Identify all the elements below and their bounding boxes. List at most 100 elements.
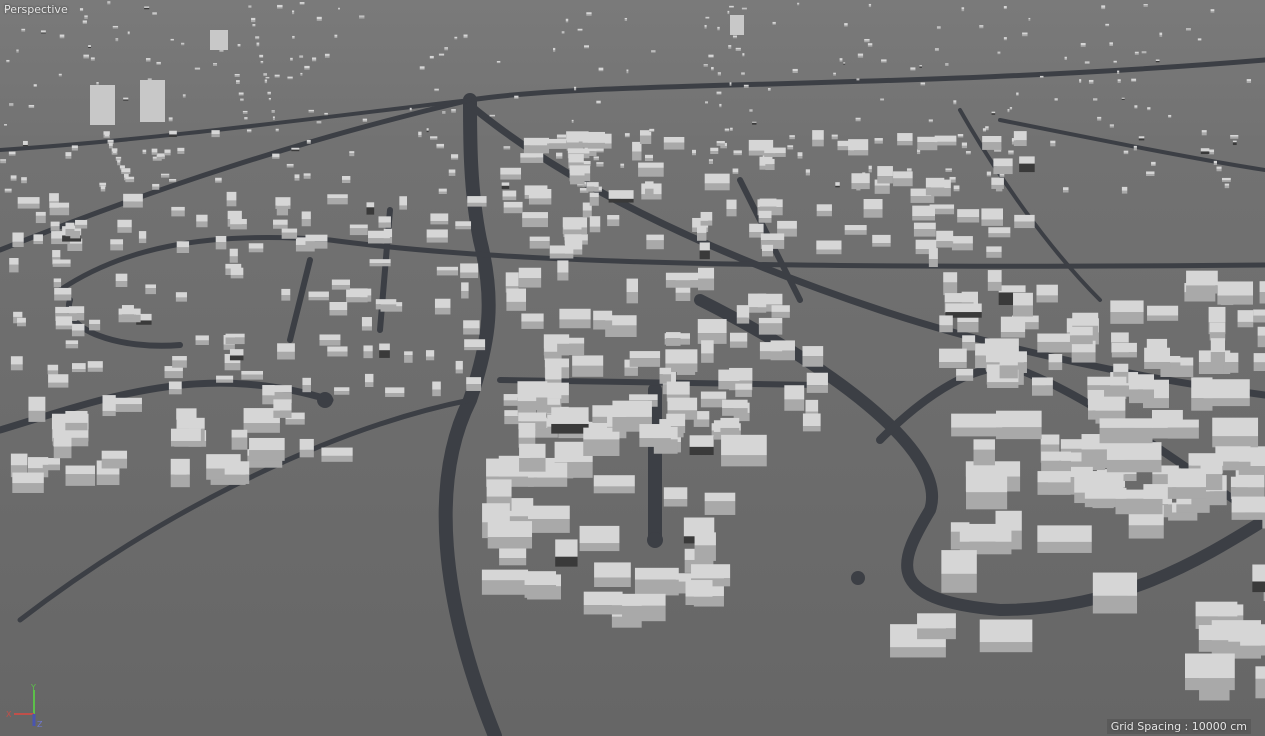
building-wall bbox=[928, 259, 938, 268]
building-roof bbox=[1198, 625, 1229, 641]
3d-viewport[interactable]: Perspective Grid Spacing : 10000 cm Y X … bbox=[0, 0, 1265, 736]
building-roof bbox=[255, 36, 260, 38]
building-wall bbox=[104, 136, 110, 138]
building-wall bbox=[649, 130, 655, 132]
building-wall bbox=[982, 142, 1002, 150]
building-wall bbox=[125, 179, 135, 183]
building-roof bbox=[262, 385, 275, 396]
road bbox=[0, 98, 472, 152]
building-roof bbox=[792, 68, 798, 72]
building-wall bbox=[1138, 138, 1145, 141]
building-wall bbox=[1128, 525, 1164, 539]
building-wall bbox=[123, 201, 143, 208]
building-roof bbox=[520, 153, 544, 158]
building-roof bbox=[404, 351, 413, 356]
building-wall bbox=[1252, 581, 1265, 593]
building-roof bbox=[1014, 214, 1035, 222]
building-roof bbox=[726, 199, 737, 210]
building-wall bbox=[1039, 76, 1044, 78]
building-roof bbox=[52, 259, 71, 264]
building-wall bbox=[1111, 352, 1137, 358]
building-wall bbox=[991, 113, 996, 115]
building-roof bbox=[444, 47, 448, 49]
building-wall bbox=[584, 47, 590, 49]
building-roof bbox=[346, 288, 368, 298]
building-wall bbox=[874, 140, 883, 144]
building-wall bbox=[21, 180, 27, 184]
building-wall bbox=[833, 74, 836, 76]
building-wall bbox=[252, 25, 256, 27]
building-wall bbox=[329, 310, 348, 316]
building-roof bbox=[359, 15, 365, 17]
building-roof bbox=[565, 18, 569, 21]
building-roof bbox=[47, 364, 59, 371]
building-roof bbox=[518, 422, 536, 438]
building-wall bbox=[464, 347, 486, 351]
building-wall bbox=[467, 202, 487, 207]
building-wall bbox=[1092, 595, 1138, 614]
building-wall bbox=[730, 129, 733, 131]
building-roof bbox=[461, 282, 469, 292]
building-wall bbox=[732, 37, 737, 39]
building-wall bbox=[910, 196, 935, 203]
building-wall bbox=[639, 438, 671, 447]
building-wall bbox=[529, 241, 550, 249]
building-roof bbox=[666, 381, 690, 395]
city-scene[interactable] bbox=[0, 0, 1265, 736]
building-roof bbox=[843, 62, 846, 64]
building-roof bbox=[502, 190, 517, 197]
building-wall bbox=[716, 93, 722, 95]
building-wall bbox=[521, 321, 544, 329]
building-roof bbox=[593, 310, 613, 321]
building-wall bbox=[685, 596, 713, 606]
building-roof bbox=[246, 129, 252, 132]
building-wall bbox=[765, 164, 775, 171]
building-wall bbox=[708, 56, 714, 58]
building-roof bbox=[1105, 23, 1110, 26]
building-wall bbox=[463, 328, 480, 335]
building-roof bbox=[426, 229, 448, 238]
building-roof bbox=[839, 58, 843, 61]
building-roof bbox=[117, 159, 121, 163]
building-roof bbox=[102, 395, 116, 411]
building-roof bbox=[52, 250, 61, 258]
building-wall bbox=[987, 382, 1019, 388]
building-roof bbox=[426, 128, 429, 131]
building-roof bbox=[1079, 79, 1082, 82]
building-roof bbox=[528, 189, 552, 199]
building-roof bbox=[303, 173, 311, 176]
building-wall bbox=[21, 30, 26, 32]
building-roof bbox=[570, 171, 585, 176]
building-wall bbox=[694, 545, 716, 561]
building-wall bbox=[987, 281, 1002, 291]
building-roof bbox=[16, 49, 19, 51]
building-wall bbox=[299, 449, 314, 458]
building-roof bbox=[1099, 418, 1153, 428]
building-roof bbox=[1147, 107, 1151, 110]
building-roof bbox=[65, 340, 79, 345]
building-wall bbox=[856, 189, 861, 191]
building-roof bbox=[506, 288, 527, 302]
building-wall bbox=[71, 148, 78, 151]
building-roof bbox=[624, 17, 628, 20]
building-wall bbox=[96, 474, 120, 486]
building-roof bbox=[230, 218, 247, 225]
building-roof bbox=[514, 95, 519, 98]
building-wall bbox=[426, 130, 429, 133]
building-wall bbox=[399, 205, 408, 210]
building-roof bbox=[12, 472, 44, 484]
building-roof bbox=[771, 305, 790, 312]
camera-menu[interactable]: Perspective bbox=[4, 3, 68, 16]
building-wall bbox=[237, 45, 241, 47]
building-roof bbox=[733, 150, 742, 154]
building-roof bbox=[110, 239, 124, 245]
building-wall bbox=[52, 263, 71, 267]
building-wall bbox=[651, 51, 656, 53]
building-wall bbox=[717, 28, 720, 31]
building-roof bbox=[1144, 347, 1171, 362]
building-roof bbox=[717, 26, 720, 29]
building-roof bbox=[787, 145, 794, 148]
building-wall bbox=[419, 68, 425, 70]
building-roof bbox=[913, 222, 936, 230]
building-wall bbox=[1069, 335, 1093, 345]
